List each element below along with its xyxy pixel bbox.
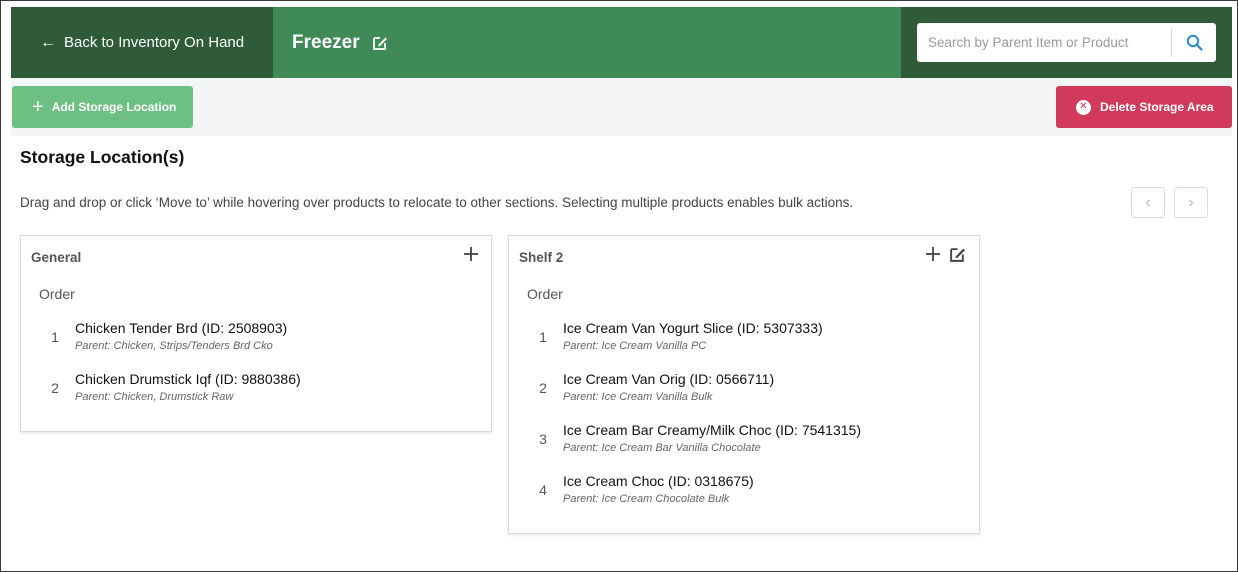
- item-parent: Parent: Chicken, Strips/Tenders Brd Cko: [75, 340, 273, 352]
- search-button[interactable]: [1172, 23, 1216, 62]
- item-name: Ice Cream Van Yogurt Slice (ID: 5307333): [563, 320, 823, 336]
- item-order-number: 4: [539, 482, 547, 498]
- item-name: Ice Cream Choc (ID: 0318675): [563, 473, 754, 489]
- delete-storage-area-button[interactable]: ✕ Delete Storage Area: [1056, 86, 1232, 128]
- plus-icon: +: [32, 96, 44, 118]
- search-icon: [1186, 34, 1203, 51]
- arrow-left-icon: ←: [40, 33, 56, 51]
- chevron-left-icon: ‹: [1145, 193, 1151, 211]
- item-name: Ice Cream Bar Creamy/Milk Choc (ID: 7541…: [563, 422, 861, 438]
- list-item[interactable]: 3 Ice Cream Bar Creamy/Milk Choc (ID: 75…: [509, 422, 979, 466]
- item-order-number: 1: [539, 329, 547, 345]
- action-toolbar: + Add Storage Location ✕ Delete Storage …: [11, 78, 1232, 136]
- header-bar: ← Back to Inventory On Hand Freezer: [11, 7, 1232, 78]
- order-label: Order: [39, 286, 75, 302]
- list-item[interactable]: 1 Ice Cream Van Yogurt Slice (ID: 530733…: [509, 320, 979, 364]
- card-title: General: [31, 250, 82, 265]
- item-name: Ice Cream Van Orig (ID: 0566711): [563, 371, 775, 387]
- edit-icon[interactable]: [372, 35, 388, 51]
- item-parent: Parent: Ice Cream Vanilla PC: [563, 340, 707, 352]
- edit-icon[interactable]: [949, 246, 966, 263]
- app-frame: ← Back to Inventory On Hand Freezer Sear…: [0, 0, 1238, 572]
- list-item[interactable]: 2 Chicken Drumstick Iqf (ID: 9880386) Pa…: [21, 371, 491, 415]
- list-item[interactable]: 1 Chicken Tender Brd (ID: 2508903) Paren…: [21, 320, 491, 364]
- item-parent: Parent: Ice Cream Vanilla Bulk: [563, 391, 713, 403]
- card-title: Shelf 2: [519, 250, 564, 265]
- search-area: [901, 7, 1232, 78]
- next-page-button[interactable]: ›: [1174, 187, 1208, 218]
- search-input[interactable]: [917, 23, 1171, 62]
- back-link-label: Back to Inventory On Hand: [64, 34, 245, 51]
- item-parent: Parent: Ice Cream Chocolate Bulk: [563, 493, 730, 505]
- instructions-text: Drag and drop or click ‘Move to’ while h…: [20, 195, 854, 210]
- item-order-number: 1: [51, 329, 59, 345]
- item-parent: Parent: Chicken, Drumstick Raw: [75, 391, 234, 403]
- back-to-inventory-link[interactable]: ← Back to Inventory On Hand: [11, 7, 273, 78]
- previous-page-button[interactable]: ‹: [1131, 187, 1165, 218]
- item-name: Chicken Tender Brd (ID: 2508903): [75, 320, 288, 336]
- title-group: Freezer: [292, 7, 388, 78]
- order-label: Order: [527, 286, 563, 302]
- storage-location-card-general: General Order 1 Chicken Tender Brd (ID: …: [20, 235, 492, 432]
- chevron-right-icon: ›: [1188, 193, 1194, 211]
- plus-icon[interactable]: [924, 245, 942, 263]
- item-order-number: 2: [539, 380, 547, 396]
- section-title: Storage Location(s): [20, 147, 185, 167]
- storage-location-card-shelf-2: Shelf 2 Order 1 Ice Cream Van Yogurt Sli…: [508, 235, 980, 534]
- plus-icon[interactable]: [462, 245, 480, 263]
- list-item[interactable]: 2 Ice Cream Van Orig (ID: 0566711) Paren…: [509, 371, 979, 415]
- page-content: ← Back to Inventory On Hand Freezer Sear…: [11, 7, 1232, 567]
- page-title: Freezer: [292, 31, 360, 53]
- delete-storage-area-label: Delete Storage Area: [1100, 100, 1214, 114]
- item-parent: Parent: Ice Cream Bar Vanilla Chocolate: [563, 442, 761, 454]
- item-name: Chicken Drumstick Iqf (ID: 9880386): [75, 371, 301, 387]
- close-circle-icon: ✕: [1076, 99, 1091, 115]
- add-storage-location-button[interactable]: + Add Storage Location: [12, 86, 193, 128]
- add-storage-location-label: Add Storage Location: [51, 100, 177, 114]
- item-order-number: 3: [539, 431, 547, 447]
- list-item[interactable]: 4 Ice Cream Choc (ID: 0318675) Parent: I…: [509, 473, 979, 517]
- item-order-number: 2: [51, 380, 59, 396]
- search-box: [917, 23, 1216, 62]
